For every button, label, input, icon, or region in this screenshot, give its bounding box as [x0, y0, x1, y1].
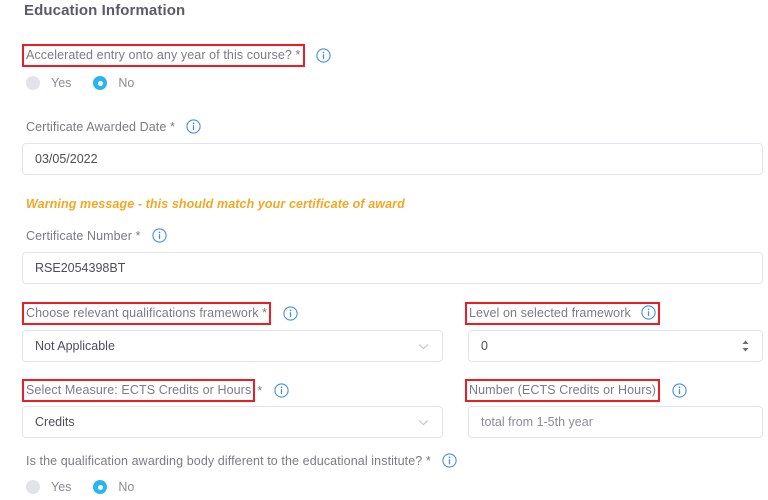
radio-option-yes[interactable]: Yes [26, 76, 71, 90]
certificate-number-label: Certificate Number * [26, 229, 141, 243]
chevron-down-icon[interactable] [417, 416, 430, 429]
info-circle-icon[interactable] [641, 305, 656, 320]
radio-option-no[interactable]: No [93, 76, 134, 90]
level-number-input[interactable]: 0 [468, 330, 763, 362]
number-label: Number (ECTS Credits or Hours) [469, 383, 657, 397]
framework-label-group: Choose relevant qualifications framework… [22, 302, 298, 325]
certificate-date-label-group: Certificate Awarded Date * [26, 118, 202, 136]
certificate-date-value: 03/05/2022 [35, 152, 98, 166]
radio-label-no: No [118, 480, 135, 494]
level-label: Level on selected framework [469, 306, 631, 320]
radio-option-yes[interactable]: Yes [26, 480, 71, 494]
awarding-body-radio-group[interactable]: Yes No [26, 480, 156, 494]
number-spinner-icon[interactable] [741, 339, 750, 353]
certificate-number-value: RSE2054398BT [35, 261, 126, 275]
number-input[interactable]: total from 1-5th year [468, 406, 763, 438]
measure-value: Credits [35, 415, 75, 429]
level-label-highlight: Level on selected framework [465, 302, 661, 325]
framework-select[interactable]: Not Applicable [22, 330, 443, 362]
accelerated-entry-radio-group[interactable]: Yes No [26, 76, 156, 90]
page-title: Education Information [24, 2, 186, 19]
info-circle-icon[interactable] [186, 119, 202, 134]
warning-message: Warning message - this should match your… [26, 197, 405, 211]
level-value: 0 [481, 339, 488, 353]
info-circle-icon[interactable] [274, 383, 289, 398]
info-circle-icon[interactable] [152, 228, 167, 243]
framework-label-highlight: Choose relevant qualifications framework… [22, 302, 272, 325]
framework-value: Not Applicable [35, 339, 115, 353]
certificate-date-label: Certificate Awarded Date * [26, 120, 175, 134]
awarding-body-label: Is the qualification awarding body diffe… [26, 454, 431, 468]
measure-select[interactable]: Credits [22, 406, 443, 438]
measure-label-highlight: Select Measure: ECTS Credits or Hours [22, 379, 256, 402]
measure-label-group: Select Measure: ECTS Credits or Hours * [22, 379, 289, 402]
certificate-date-input[interactable]: 03/05/2022 [22, 143, 763, 175]
measure-label-required-asterisk: * [257, 383, 263, 398]
number-label-highlight: Number (ECTS Credits or Hours) [465, 379, 661, 402]
education-information-form: Education Information Accelerated entry … [0, 0, 768, 500]
accelerated-entry-label: Accelerated entry onto any year of this … [26, 48, 301, 62]
accelerated-entry-label-highlight: Accelerated entry onto any year of this … [22, 44, 305, 67]
info-circle-icon[interactable] [442, 453, 457, 468]
certificate-number-input[interactable]: RSE2054398BT [22, 252, 763, 284]
certificate-number-label-group: Certificate Number * [26, 227, 167, 245]
chevron-down-icon[interactable] [417, 340, 430, 353]
radio-label-yes: Yes [51, 480, 72, 494]
radio-dot-selected[interactable] [93, 480, 108, 494]
radio-dot-unselected[interactable] [26, 76, 40, 90]
radio-label-yes: Yes [51, 76, 72, 90]
info-circle-icon[interactable] [316, 48, 331, 63]
number-label-group: Number (ECTS Credits or Hours) [465, 379, 687, 402]
accelerated-entry-label-group: Accelerated entry onto any year of this … [22, 44, 331, 67]
radio-option-no[interactable]: No [93, 480, 134, 494]
framework-label: Choose relevant qualifications framework… [26, 306, 268, 320]
info-circle-icon[interactable] [282, 306, 298, 321]
radio-dot-unselected[interactable] [26, 480, 40, 494]
radio-dot-selected[interactable] [93, 76, 108, 90]
radio-label-no: No [118, 76, 135, 90]
level-label-group: Level on selected framework [465, 302, 661, 325]
info-circle-icon[interactable] [671, 383, 687, 398]
number-placeholder: total from 1-5th year [481, 415, 593, 429]
awarding-body-label-group: Is the qualification awarding body diffe… [26, 452, 457, 470]
measure-label: Select Measure: ECTS Credits or Hours [26, 383, 252, 397]
